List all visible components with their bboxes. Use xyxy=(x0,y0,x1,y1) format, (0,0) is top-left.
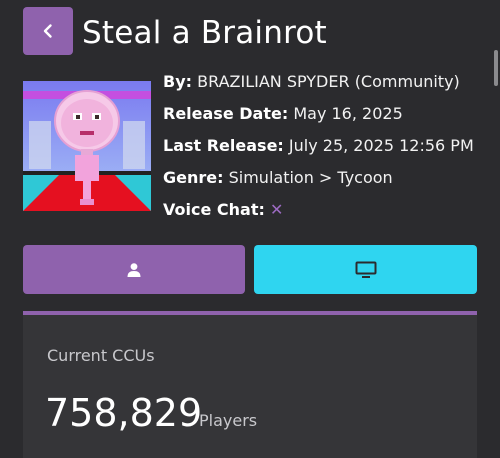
ccu-stat-card: Current CCUs 758,829 Players xyxy=(23,311,477,458)
genre-row: Genre: Simulation > Tycoon xyxy=(163,162,493,194)
stat-unit: Players xyxy=(199,411,258,430)
last-release-row: Last Release: July 25, 2025 12:56 PM xyxy=(163,130,493,162)
release-date-value: May 16, 2025 xyxy=(293,104,403,123)
user-icon xyxy=(127,262,141,277)
stat-label: Current CCUs xyxy=(47,346,155,365)
creator-row: By: BRAZILIAN SPYDER (Community) xyxy=(163,66,493,98)
genre-value: Simulation > Tycoon xyxy=(228,168,393,187)
game-detail-page: Steal a Brainrot By: BRAZILIAN SPYDER (C… xyxy=(0,0,500,458)
genre-label: Genre: xyxy=(163,168,224,187)
last-release-label: Last Release: xyxy=(163,136,284,155)
scrollbar[interactable] xyxy=(494,50,498,86)
game-thumbnail[interactable] xyxy=(23,81,151,211)
last-release-value: July 25, 2025 12:56 PM xyxy=(288,136,474,155)
user-button[interactable] xyxy=(23,245,245,294)
voice-chat-disabled-icon: ✕ xyxy=(269,200,284,219)
monitor-icon xyxy=(355,261,376,278)
back-button[interactable] xyxy=(23,7,73,55)
voice-chat-row: Voice Chat: ✕ xyxy=(163,194,493,226)
game-details: By: BRAZILIAN SPYDER (Community) Release… xyxy=(163,66,493,226)
page-title: Steal a Brainrot xyxy=(82,15,327,51)
stat-value: 758,829 xyxy=(45,391,203,435)
screen-button[interactable] xyxy=(254,245,477,294)
creator-label: By: xyxy=(163,72,193,91)
thumbnail-image xyxy=(23,81,151,211)
header: Steal a Brainrot xyxy=(23,7,500,57)
creator-value[interactable]: BRAZILIAN SPYDER (Community) xyxy=(197,72,460,91)
voice-chat-label: Voice Chat: xyxy=(163,200,265,219)
release-date-row: Release Date: May 16, 2025 xyxy=(163,98,493,130)
chevron-left-icon xyxy=(43,24,52,38)
release-date-label: Release Date: xyxy=(163,104,289,123)
